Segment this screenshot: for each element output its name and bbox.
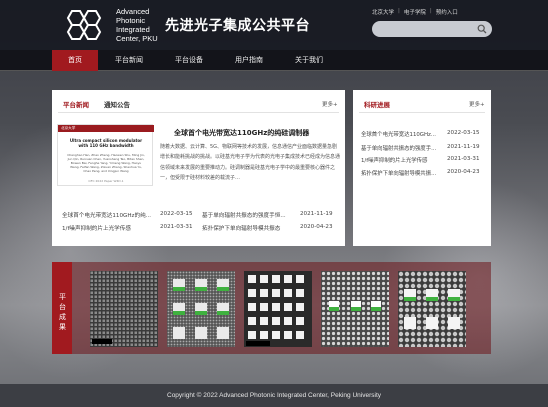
gallery-image-2[interactable] — [167, 271, 235, 347]
research-item-date: 2021-11-19 — [447, 144, 480, 150]
thumbnail-footer: OFC 2022 Paper W4D.1 — [88, 179, 124, 183]
main-nav: 首页 平台新闻 平台设备 用户指南 关于我们 — [0, 50, 548, 71]
logo-line: Advanced — [116, 7, 150, 16]
search-icon[interactable] — [477, 24, 487, 34]
gallery-image-3[interactable] — [244, 271, 312, 347]
gallery-image-5[interactable] — [398, 271, 466, 347]
site-header: Advanced Photonic Integrated Center, PKU… — [0, 0, 548, 50]
research-panel: 科研进展 更多+ 全球首个电光带宽达110GHz... 2022-03-15 基… — [353, 90, 491, 246]
news-item-title[interactable]: 1/f噪声抑制的片上光学传感 — [62, 224, 131, 232]
copyright-text: Copyright © 2022 Advanced Photonic Integ… — [167, 392, 381, 399]
news-item-title[interactable]: 全球首个电光带宽达110GHz的纯... — [62, 211, 151, 219]
research-item-date: 2022-03-15 — [447, 130, 480, 136]
thumbnail-header: 北京大学 — [58, 125, 154, 132]
nav-home[interactable]: 首页 — [52, 50, 98, 71]
news-item-date: 2021-11-19 — [300, 211, 333, 217]
tab-platform-news[interactable]: 平台新闻 — [63, 99, 89, 113]
hexagon-logo-icon[interactable] — [64, 7, 108, 43]
logo-line: Photonic — [116, 16, 146, 25]
top-links: 北京大学 | 电子学院 | 预约入口 — [372, 8, 458, 16]
news-item-title[interactable]: 基于单向辐射共振态的强度手恒... — [202, 211, 286, 219]
nav-about[interactable]: 关于我们 — [284, 50, 334, 71]
research-more-link[interactable]: 更多+ — [469, 100, 485, 108]
news-panel: 平台新闻 通知公告 更多+ 北京大学 Ultra compact silicon… — [52, 90, 345, 246]
divider — [58, 112, 339, 113]
achievements-label-text: 平台成果 — [59, 293, 66, 331]
nav-news[interactable]: 平台新闻 — [104, 50, 154, 71]
gallery-image-1[interactable] — [90, 271, 158, 347]
research-item-title[interactable]: 基于单向辐射共振态的强度手... — [361, 144, 443, 152]
nav-equipment[interactable]: 平台设备 — [164, 50, 214, 71]
news-thumbnail[interactable]: 北京大学 Ultra compact silicon modulator wit… — [57, 124, 154, 186]
link-pku[interactable]: 北京大学 — [372, 8, 394, 16]
thumbnail-header-text: 北京大学 — [61, 126, 76, 130]
link-eecs[interactable]: 电子学院 — [404, 8, 426, 16]
search-input[interactable] — [372, 21, 492, 37]
divider: | — [398, 8, 400, 14]
research-item-date: 2020-04-23 — [447, 169, 480, 175]
divider — [359, 112, 485, 113]
site-title: 先进光子集成公共平台 — [165, 18, 310, 34]
news-item-date: 2021-03-31 — [160, 224, 193, 230]
logo-line: Center, PKU — [116, 34, 158, 43]
logo-text: Advanced Photonic Integrated Center, PKU — [116, 7, 158, 43]
research-item-title[interactable]: 全球首个电光带宽达110GHz... — [361, 130, 443, 138]
news-item-date: 2022-03-15 — [160, 211, 193, 217]
news-more-link[interactable]: 更多+ — [322, 100, 338, 108]
achievements-label: 平台成果 — [52, 262, 72, 354]
featured-news-summary: 随着大数据、云计算、5G、物联网等技术的发展，信息通信产业面临数据量急剧增长和能… — [160, 144, 341, 181]
research-item-title[interactable]: 1/f噪声抑制的片上光学传感 — [361, 156, 443, 164]
tab-notices[interactable]: 通知公告 — [104, 99, 130, 109]
divider: | — [429, 8, 432, 14]
featured-news-title[interactable]: 全球首个电光带宽达110GHz的纯硅调制器 — [174, 128, 309, 138]
logo-line: Integrated — [116, 25, 150, 34]
thumbnail-authors: Changhao Han, Zhao Zheng, Haowen Shu, Mi… — [67, 153, 145, 173]
nav-user-guide[interactable]: 用户指南 — [224, 50, 274, 71]
thumbnail-paper-title: Ultra compact silicon modulator with 110… — [69, 138, 143, 148]
link-booking[interactable]: 预约入口 — [436, 8, 458, 16]
news-item-title[interactable]: 拓扑保护下单向辐射导模共振态 — [202, 224, 280, 232]
research-item-date: 2021-03-31 — [447, 156, 480, 162]
tab-research-progress[interactable]: 科研进展 — [364, 99, 390, 113]
research-item-title[interactable]: 拓扑保护下单向辐射导模共振... — [361, 169, 443, 177]
news-item-date: 2020-04-23 — [300, 224, 333, 230]
gallery-image-4[interactable] — [321, 271, 389, 347]
site-footer: Copyright © 2022 Advanced Photonic Integ… — [0, 384, 548, 407]
